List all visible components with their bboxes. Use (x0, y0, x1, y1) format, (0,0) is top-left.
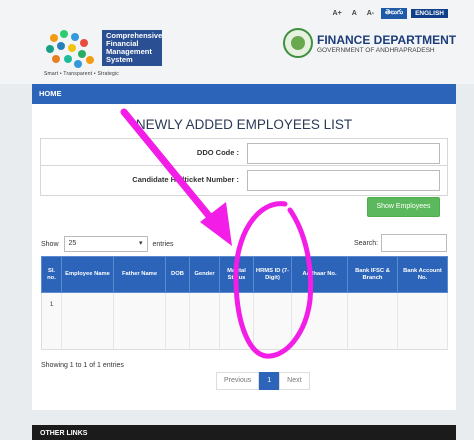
page-size-select[interactable]: 25 (63, 236, 148, 252)
col-dob[interactable]: DOB (165, 256, 190, 293)
cfms-title: Comprehensive Financial Management Syste… (102, 30, 162, 66)
table-header-row: Sl. no. Employee Name Father Name DOB Ge… (41, 256, 448, 293)
cell-marital-status (219, 292, 254, 350)
page-size-control: Show 25 entries (41, 236, 174, 252)
top-header: A+ A A- తెలుగు ENGLISH Comprehensive Fin… (0, 0, 474, 84)
candidate-row: Candidate Hallticket Number : (40, 165, 448, 196)
state-emblem-icon (283, 28, 313, 58)
font-increase-button[interactable]: A+ (330, 10, 345, 17)
bottom-bar: OTHER LINKS (32, 425, 456, 440)
candidate-hallticket-input[interactable] (247, 170, 440, 191)
col-marital-status[interactable]: Marital Status (219, 256, 254, 293)
col-bank-account[interactable]: Bank Account No. (397, 256, 448, 293)
show-employees-button[interactable]: Show Employees (367, 197, 440, 217)
cfms-logo-icon (44, 30, 102, 70)
main-nav: HOME (32, 84, 456, 104)
cell-gender (189, 292, 220, 350)
font-decrease-button[interactable]: A- (364, 10, 377, 17)
cell-employee-name (61, 292, 114, 350)
search-input[interactable] (381, 234, 448, 252)
cfms-tagline: Smart • Transparent • Strategic (44, 71, 120, 77)
page-1-button[interactable]: 1 (259, 372, 280, 390)
font-normal-button[interactable]: A (349, 10, 360, 17)
col-sl-no[interactable]: Sl. no. (41, 256, 62, 293)
candidate-hallticket-label: Candidate Hallticket Number : (132, 175, 239, 184)
cell-sl-no: 1 (41, 292, 62, 350)
content-panel: NEWLY ADDED EMPLOYEES LIST DDO Code : Ca… (32, 104, 456, 410)
nav-home-link[interactable]: HOME (39, 89, 62, 98)
ddo-code-label: DDO Code : (196, 148, 239, 157)
cell-aadhaar (291, 292, 348, 350)
show-label: Show (41, 240, 59, 248)
col-aadhaar[interactable]: Aadhaar No. (291, 256, 348, 293)
bottom-bar-label: OTHER LINKS (40, 430, 88, 437)
accessibility-bar: A+ A A- తెలుగు ENGLISH (330, 8, 448, 19)
col-employee-name[interactable]: Employee Name (61, 256, 114, 293)
cell-bank-account (397, 292, 448, 350)
col-father-name[interactable]: Father Name (113, 256, 166, 293)
ddo-code-input[interactable] (247, 143, 440, 164)
col-bank-ifsc[interactable]: Bank IFSC & Branch (347, 256, 398, 293)
pagination: Previous 1 Next (216, 372, 310, 390)
col-hrms-id[interactable]: HRMS ID (7-Digit) (253, 256, 292, 293)
page-title: NEWLY ADDED EMPLOYEES LIST (135, 117, 353, 132)
dept-title: FINANCE DEPARTMENT (317, 32, 457, 47)
table-search: Search: (354, 234, 448, 252)
cell-hrms-id (253, 292, 292, 350)
col-gender[interactable]: Gender (189, 256, 220, 293)
search-label: Search: (354, 239, 379, 247)
dept-subtitle: GOVERNMENT OF ANDHRAPRADESH (317, 46, 435, 54)
finance-dept-logo: FINANCE DEPARTMENT GOVERNMENT OF ANDHRAP… (283, 28, 456, 58)
cell-father-name (113, 292, 166, 350)
employees-table: Sl. no. Employee Name Father Name DOB Ge… (41, 256, 448, 350)
cell-dob (165, 292, 190, 350)
telugu-language-button[interactable]: తెలుగు (381, 8, 408, 19)
previous-page-button[interactable]: Previous (216, 372, 260, 390)
cell-bank-ifsc (347, 292, 398, 350)
table-info: Showing 1 to 1 of 1 entries (41, 362, 124, 369)
entries-label: entries (152, 240, 174, 248)
table-row[interactable]: 1 (41, 292, 448, 350)
cfms-logo[interactable]: Comprehensive Financial Management Syste… (44, 30, 162, 70)
next-page-button[interactable]: Next (279, 372, 310, 390)
english-language-button[interactable]: ENGLISH (411, 9, 448, 18)
